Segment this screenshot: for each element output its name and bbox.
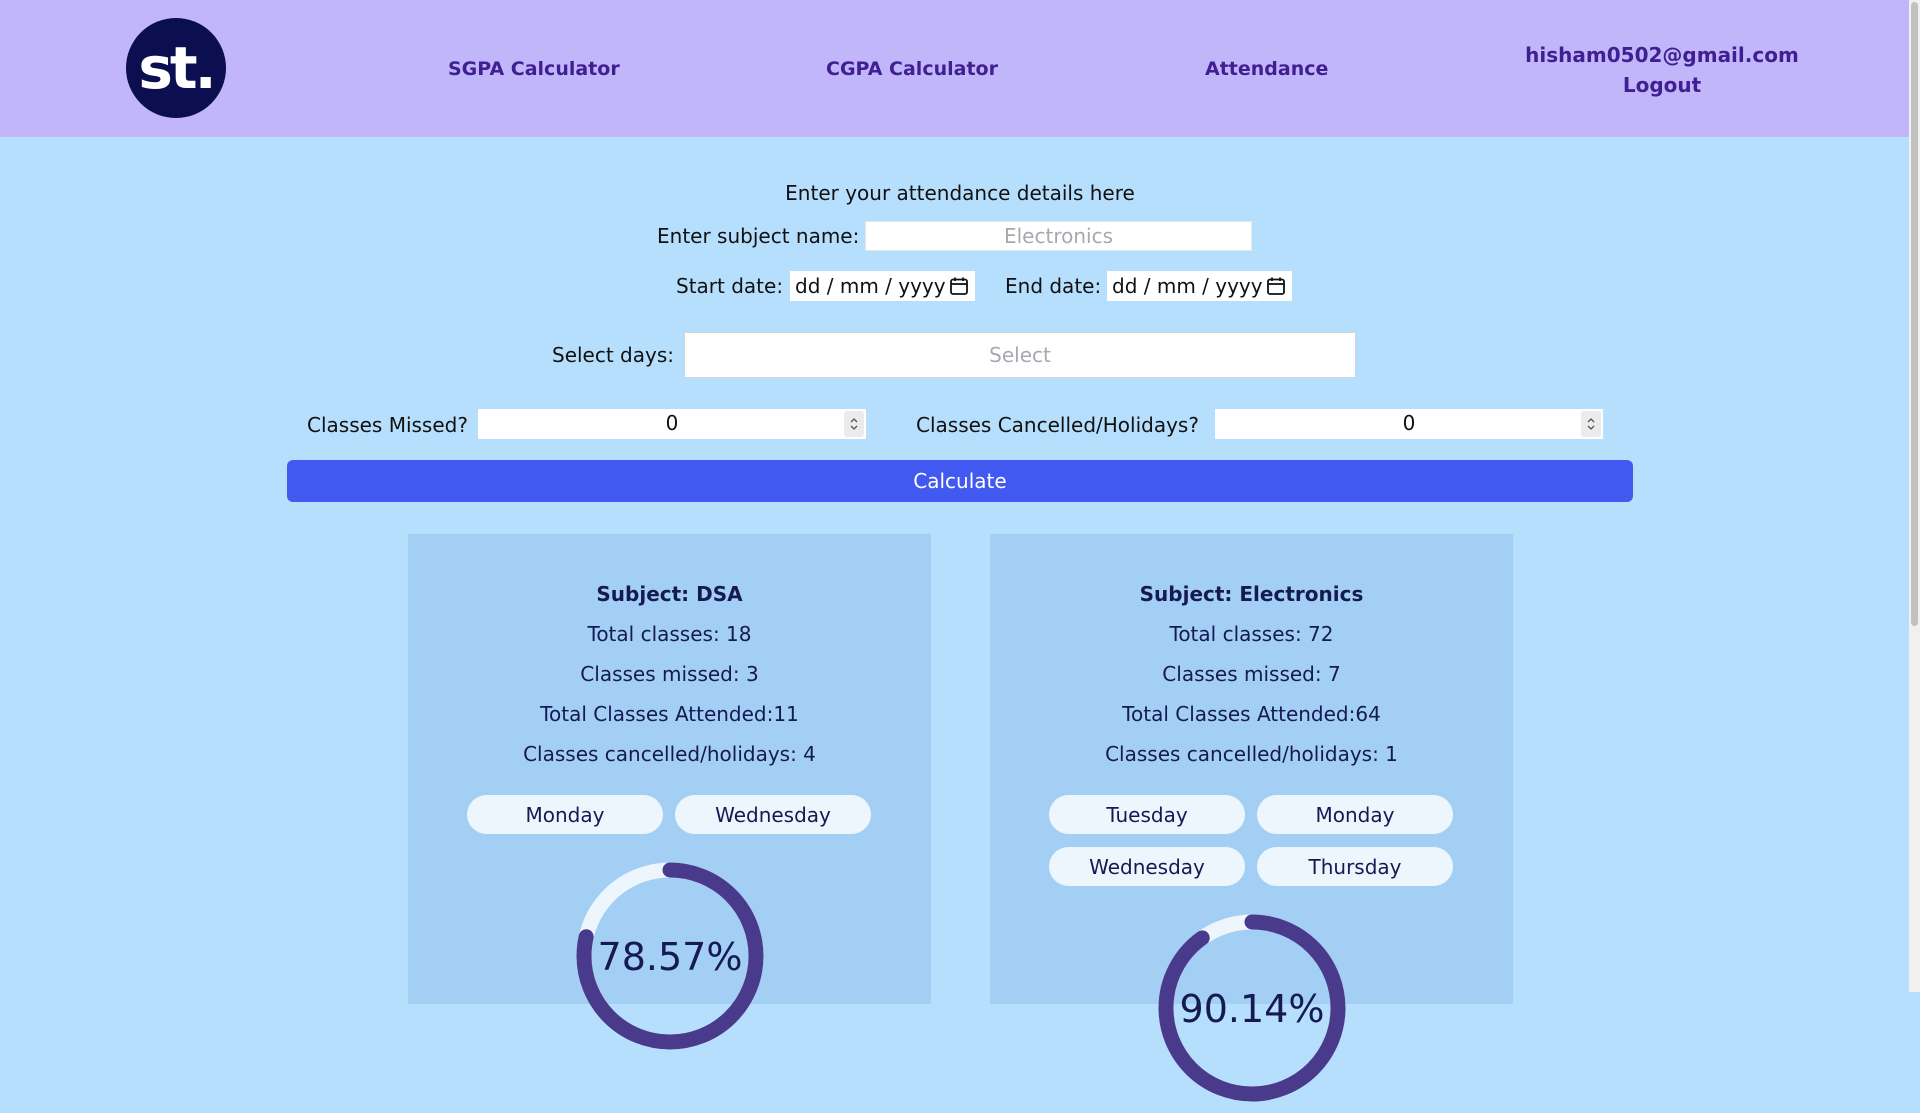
classes-cancelled-label: Classes Cancelled/Holidays? [916,413,1199,437]
calendar-icon[interactable] [1266,276,1286,296]
select-days-label: Select days: [552,343,675,367]
top-navbar: st. SGPA Calculator CGPA Calculator Atte… [0,0,1920,137]
day-pill: Thursday [1257,847,1453,886]
card-total-classes: Total classes: 18 [587,622,752,646]
calendar-icon[interactable] [949,276,969,296]
end-date-value: dd / mm / yyyy [1112,274,1263,298]
end-date-input[interactable]: dd / mm / yyyy [1107,271,1292,301]
logout-link[interactable]: Logout [1500,70,1824,100]
user-email: hisham0502@gmail.com [1525,43,1799,67]
nav-cgpa-calculator[interactable]: CGPA Calculator [826,58,998,80]
scrollbar-thumb[interactable] [1911,2,1918,626]
classes-cancelled-input[interactable]: 0 [1215,409,1603,439]
classes-missed-value: 0 [665,411,679,435]
end-date-label: End date: [1005,274,1102,298]
attendance-gauge: 90.14% [1158,914,1346,1102]
gauge-percent: 90.14% [1180,987,1325,1031]
day-pill: Wednesday [1049,847,1245,886]
classes-missed-label: Classes Missed? [307,413,468,437]
nav-attendance[interactable]: Attendance [1205,58,1328,80]
subject-name-input[interactable] [865,221,1252,251]
page-scrollbar[interactable] [1909,0,1920,992]
user-menu: hisham0502@gmail.com Logout [1500,40,1824,100]
attendance-card: Subject: DSA Total classes: 18 Classes m… [408,534,931,1050]
number-spinner[interactable] [1581,411,1601,437]
card-classes-missed: Classes missed: 7 [1162,662,1341,686]
card-subject: Subject: DSA [596,582,743,606]
calculate-button[interactable]: Calculate [287,460,1633,502]
form-heading: Enter your attendance details here [785,181,1135,205]
day-pill: Wednesday [675,795,871,834]
card-classes-cancelled: Classes cancelled/holidays: 4 [523,742,816,766]
card-classes-missed: Classes missed: 3 [580,662,759,686]
days-select-placeholder: Select [989,343,1051,367]
start-date-value: dd / mm / yyyy [795,274,946,298]
days-select[interactable]: Select [684,332,1356,378]
logo[interactable]: st. [126,18,226,118]
card-classes-attended: Total Classes Attended:64 [1122,702,1381,726]
nav-sgpa-calculator[interactable]: SGPA Calculator [448,58,620,80]
subject-label: Enter subject name: [657,224,860,248]
card-total-classes: Total classes: 72 [1169,622,1334,646]
classes-missed-input[interactable]: 0 [478,409,866,439]
number-spinner[interactable] [844,411,864,437]
classes-cancelled-value: 0 [1402,411,1416,435]
start-date-input[interactable]: dd / mm / yyyy [790,271,975,301]
card-classes-attended: Total Classes Attended:11 [540,702,799,726]
day-pill: Monday [467,795,663,834]
spinner-arrows-icon [1587,418,1595,430]
card-subject: Subject: Electronics [1139,582,1364,606]
gauge-percent: 78.57% [598,935,743,979]
attendance-gauge: 78.57% [576,862,764,1050]
start-date-label: Start date: [676,274,784,298]
day-pill: Monday [1257,795,1453,834]
spinner-arrows-icon [850,418,858,430]
card-classes-cancelled: Classes cancelled/holidays: 1 [1105,742,1398,766]
attendance-card: Subject: Electronics Total classes: 72 C… [990,534,1513,1102]
day-pill: Tuesday [1049,795,1245,834]
